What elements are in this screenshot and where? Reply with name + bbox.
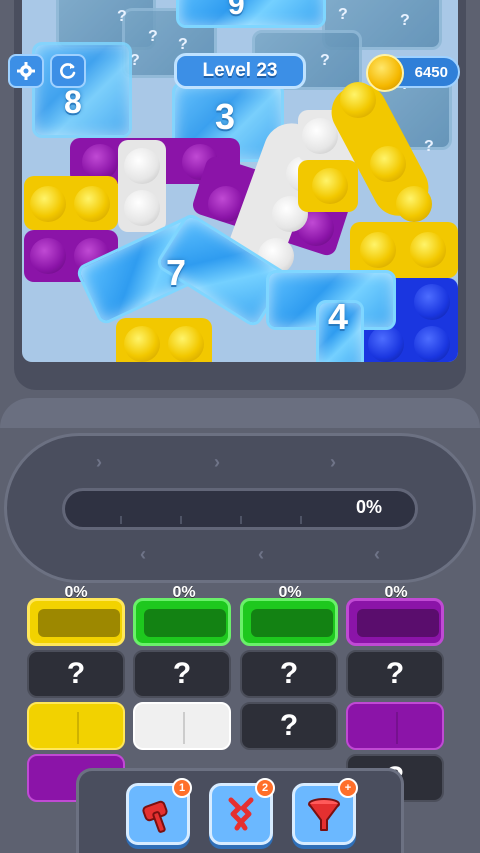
hidden-mark: ? <box>424 138 434 155</box>
mystery-label: ? <box>385 657 405 690</box>
ice-count-9: 9 <box>228 0 245 21</box>
ice-block-9[interactable] <box>176 0 326 28</box>
hidden-mark: ? <box>320 52 330 69</box>
purple-bin[interactable] <box>346 598 444 646</box>
purple-bin <box>346 702 444 750</box>
mystery-label: ? <box>279 657 299 690</box>
yellow-peg <box>370 146 406 182</box>
belt-tick <box>240 516 242 524</box>
conveyor-arrow-icon: ‹ <box>258 544 264 564</box>
green-bin[interactable] <box>133 598 231 646</box>
yellow-peg <box>74 186 110 222</box>
mystery-label: ? <box>279 709 299 742</box>
white-peg <box>124 190 160 226</box>
yellow-bin <box>27 702 125 750</box>
funnel-icon <box>308 798 340 831</box>
funnel-add[interactable]: + <box>338 778 358 798</box>
progress-label: 0% <box>356 497 383 517</box>
restart-button[interactable] <box>50 54 86 88</box>
yellow-peg <box>360 232 396 268</box>
restart-icon <box>60 63 76 79</box>
magnet-icon <box>228 797 254 831</box>
hidden-mark: ? <box>400 12 410 29</box>
hammer-count: 1 <box>172 778 192 798</box>
blue-peg <box>368 326 404 362</box>
conveyor-arrow-icon: › <box>96 452 102 472</box>
mystery-bin: ? <box>240 650 338 698</box>
yellow-peg <box>124 326 160 362</box>
white-peg <box>124 148 160 184</box>
hammer-icon <box>142 800 168 833</box>
purple-peg <box>82 144 118 180</box>
mystery-label: ? <box>172 657 192 690</box>
settings-button[interactable] <box>8 54 44 88</box>
yellow-peg <box>30 186 66 222</box>
belt-tick <box>180 516 182 524</box>
yellow-peg <box>396 186 432 222</box>
coin-icon <box>366 54 404 92</box>
conveyor-arrow-icon: ‹ <box>140 544 146 564</box>
hidden-mark: ? <box>117 8 127 25</box>
coin-counter: 6450 <box>366 54 460 92</box>
magnet-count: 2 <box>255 778 275 798</box>
mystery-bin: ? <box>240 702 338 750</box>
green-bin[interactable] <box>240 598 338 646</box>
yellow-peg <box>168 326 204 362</box>
purple-peg <box>30 238 66 274</box>
coin-amount: 6450 <box>414 63 448 81</box>
blue-peg <box>414 326 450 362</box>
ice-count-8: 8 <box>64 84 82 120</box>
yellow-peg <box>312 168 348 204</box>
yellow-bin[interactable] <box>27 598 125 646</box>
conveyor-arrow-icon: ‹ <box>374 544 380 564</box>
belt-tick <box>300 516 302 524</box>
hidden-mark: ? <box>178 36 188 53</box>
blue-peg <box>414 284 450 320</box>
mystery-bin: ? <box>27 650 125 698</box>
panel-rim <box>0 398 480 428</box>
level-indicator: Level 23 <box>174 53 306 89</box>
ice-count-7: 7 <box>166 252 187 293</box>
yellow-peg <box>340 82 376 118</box>
white-peg <box>302 118 338 154</box>
mystery-label: ? <box>66 657 86 690</box>
white-bin <box>133 702 231 750</box>
hidden-mark: ? <box>148 28 158 45</box>
belt-tick <box>120 516 122 524</box>
ice-count-3: 3 <box>215 96 236 137</box>
yellow-peg <box>410 232 446 268</box>
conveyor-arrow-icon: › <box>214 452 220 472</box>
ice-count-4: 4 <box>328 296 349 337</box>
conveyor-arrow-icon: › <box>330 452 336 472</box>
gear-icon <box>17 62 35 80</box>
mystery-bin: ? <box>133 650 231 698</box>
mystery-bin: ? <box>346 650 444 698</box>
hidden-mark: ? <box>338 6 348 23</box>
